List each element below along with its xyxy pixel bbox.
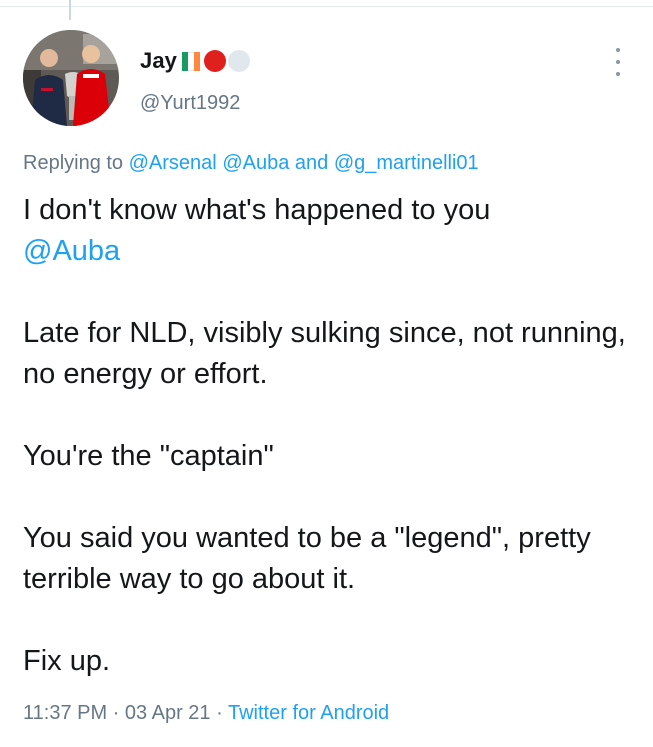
- avatar-photo: [23, 30, 119, 126]
- top-divider: [0, 0, 653, 7]
- tweet-mention-auba[interactable]: @Auba: [23, 235, 120, 267]
- mention-arsenal[interactable]: @Arsenal: [129, 152, 217, 174]
- tweet-text: I don't know what's happened to you @Aub…: [23, 190, 638, 682]
- replying-to-label: Replying to: [23, 152, 124, 174]
- more-vertical-icon[interactable]: [608, 48, 628, 76]
- tweet-line-1: I don't know what's happened to you: [23, 194, 491, 226]
- mention-martinelli[interactable]: @g_martinelli01: [334, 152, 479, 174]
- thread-connector-line: [69, 0, 71, 20]
- replying-to-line: Replying to @Arsenal @Auba and @g_martin…: [23, 152, 479, 175]
- ireland-flag-icon: [182, 51, 201, 71]
- red-circle-icon: [204, 50, 227, 72]
- tweet-source-link[interactable]: Twitter for Android: [228, 702, 389, 724]
- avatar[interactable]: [23, 30, 119, 126]
- and-connector[interactable]: and: [295, 152, 328, 174]
- meta-separator: ·: [216, 702, 223, 724]
- user-handle[interactable]: @Yurt1992: [140, 92, 240, 115]
- tweet-meta: 11:37 PM · 03 Apr 21 · Twitter for Andro…: [23, 702, 389, 725]
- white-circle-icon: [228, 50, 251, 72]
- tweet-time[interactable]: 11:37 PM: [23, 702, 107, 724]
- tweet-paragraph-5: Fix up.: [23, 645, 111, 677]
- tweet-paragraph-2: Late for NLD, visibly sulking since, not…: [23, 317, 626, 390]
- display-name[interactable]: Jay: [140, 48, 177, 74]
- tweet-date[interactable]: 03 Apr 21: [125, 702, 211, 724]
- meta-separator: ·: [112, 702, 120, 724]
- tweet-paragraph-3: You're the "captain": [23, 440, 274, 472]
- tweet-paragraph-4: You said you wanted to be a "legend", pr…: [23, 522, 591, 595]
- user-name-row: Jay: [140, 46, 251, 76]
- mention-auba[interactable]: @Auba: [222, 152, 289, 174]
